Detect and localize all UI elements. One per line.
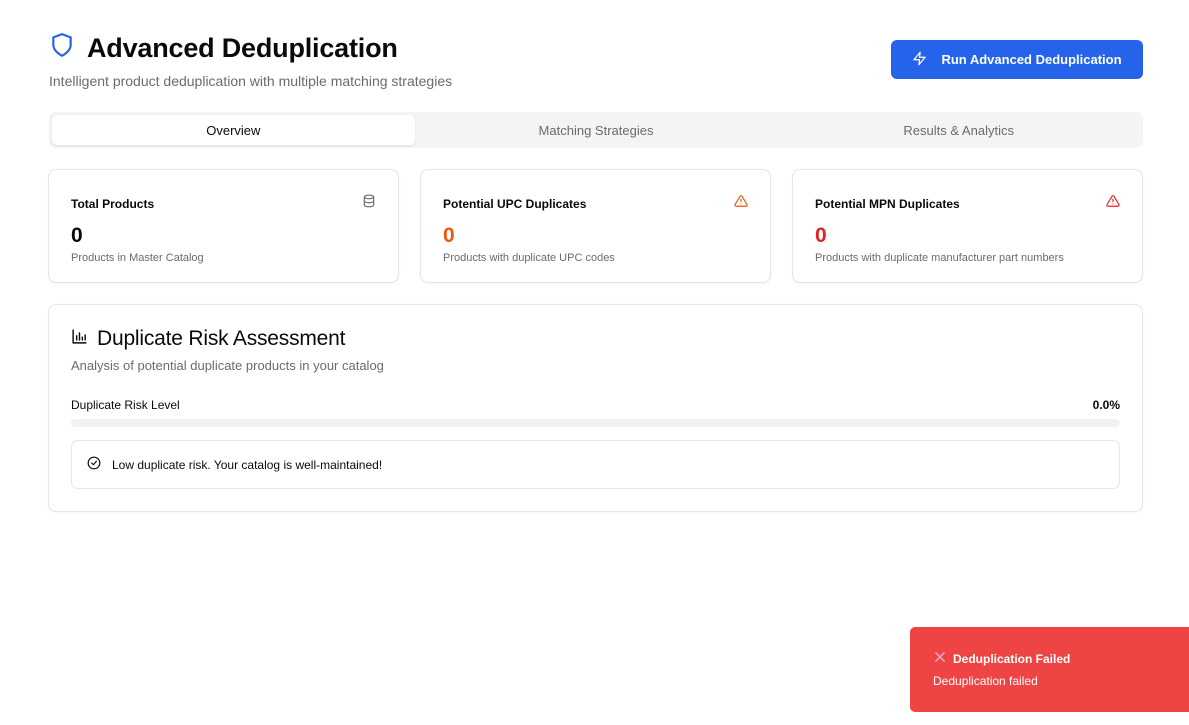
stat-card-header: Potential MPN Duplicates [815,194,1120,213]
stat-card-mpn-duplicates: Potential MPN Duplicates 0 Products with… [792,169,1143,283]
alert-text: Low duplicate risk. Your catalog is well… [112,457,383,472]
risk-subtitle: Analysis of potential duplicate products… [71,358,384,373]
risk-level-value: 0.0% [1092,398,1120,412]
stat-label: Potential MPN Duplicates [815,196,960,211]
stat-label: Potential UPC Duplicates [443,196,587,211]
toast-description: Deduplication failed [933,674,1038,688]
tab-matching-strategies[interactable]: Matching Strategies [415,115,778,145]
tab-list: Overview Matching Strategies Results & A… [49,112,1143,148]
warning-triangle-icon [734,194,748,213]
error-toast[interactable]: Deduplication Failed Deduplication faile… [910,627,1189,712]
risk-alert: Low duplicate risk. Your catalog is well… [71,440,1120,489]
close-icon[interactable] [933,650,947,667]
page-header: Advanced Deduplication Intelligent produ… [49,32,1143,92]
risk-title-row: Duplicate Risk Assessment [71,327,1120,351]
run-button-label: Run Advanced Deduplication [941,52,1122,67]
stat-card-upc-duplicates: Potential UPC Duplicates 0 Products with… [420,169,771,283]
risk-level-label: Duplicate Risk Level [71,398,180,412]
page: Advanced Deduplication Intelligent produ… [0,0,1189,725]
toast-title: Deduplication Failed [953,651,1071,666]
risk-progress-bar [71,419,1120,427]
shield-icon [49,32,75,63]
stat-label: Total Products [71,196,155,211]
stat-description: Products with duplicate manufacturer par… [815,252,1064,264]
lightning-icon [912,51,927,69]
toast-title-row: Deduplication Failed [933,650,1189,667]
page-title: Advanced Deduplication [87,32,398,63]
stat-value: 0 [815,224,827,247]
stat-description: Products with duplicate UPC codes [443,252,615,264]
alert-triangle-icon [1106,194,1120,213]
stat-description: Products in Master Catalog [71,252,204,264]
stat-card-total-products: Total Products 0 Products in Master Cata… [48,169,399,283]
stat-value: 0 [443,224,455,247]
tab-results-analytics[interactable]: Results & Analytics [777,115,1140,145]
risk-assessment-card: Duplicate Risk Assessment Analysis of po… [48,304,1143,512]
check-circle-icon [87,456,101,473]
tab-overview[interactable]: Overview [52,115,415,145]
bar-chart-icon [71,328,88,350]
database-icon [362,194,376,213]
run-advanced-deduplication-button[interactable]: Run Advanced Deduplication [891,40,1143,79]
stat-card-header: Potential UPC Duplicates [443,194,748,213]
risk-level-row: Duplicate Risk Level 0.0% [71,398,1120,412]
risk-title: Duplicate Risk Assessment [97,327,346,350]
stat-value: 0 [71,224,83,247]
stat-card-header: Total Products [71,194,376,213]
